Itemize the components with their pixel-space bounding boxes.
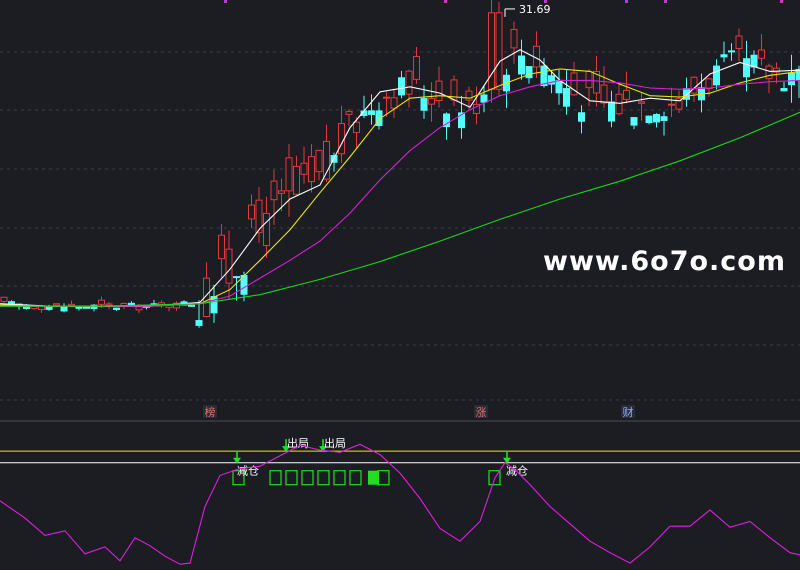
- signal-tag: 涨: [476, 406, 487, 419]
- candle-body: [338, 122, 345, 155]
- candle-body: [300, 162, 308, 175]
- candle-body: [68, 303, 75, 307]
- candle-body: [128, 302, 135, 306]
- candle-body: [413, 55, 420, 80]
- candle-body: [105, 303, 113, 306]
- signal-box: [269, 470, 282, 486]
- candle-body: [53, 303, 60, 306]
- candle-body: [113, 307, 120, 310]
- candle-body: [383, 96, 390, 99]
- candle-body: [713, 65, 720, 86]
- candle-body: [758, 49, 765, 59]
- candle-body: [98, 299, 105, 305]
- candle-body: [578, 112, 585, 122]
- signal-label: 出局: [287, 436, 309, 450]
- candle-body: [608, 101, 615, 122]
- candle-body: [780, 87, 788, 92]
- candle-body: [293, 165, 300, 195]
- top-marker: [544, 0, 547, 3]
- signal-box: [333, 470, 346, 486]
- candle-body: [45, 306, 53, 310]
- candle-body: [0, 296, 8, 302]
- top-markers: [224, 0, 783, 3]
- candle-body: [653, 114, 660, 123]
- top-marker: [224, 0, 227, 3]
- candle-body: [623, 89, 630, 100]
- candle-body: [495, 12, 503, 90]
- signal-box: [349, 470, 362, 486]
- candle-body: [525, 66, 533, 79]
- signal-box: [317, 470, 330, 486]
- candle-body: [585, 70, 593, 89]
- candle-body: [420, 98, 428, 111]
- candle-body: [75, 306, 83, 309]
- candle-body: [233, 276, 240, 279]
- candle-body: [480, 94, 488, 103]
- candle-body: [510, 28, 518, 49]
- candle-body: [270, 180, 278, 201]
- signal-markers: 榜涨财出局 出局减仓 减仓: [203, 405, 635, 486]
- candle-body: [308, 156, 315, 183]
- candle-body: [225, 248, 233, 284]
- signal-label: 出局: [324, 436, 346, 450]
- candle-body: [630, 117, 638, 126]
- signal-label: 减仓: [237, 464, 259, 478]
- candle-body: [518, 55, 525, 75]
- candle-body: [263, 212, 270, 247]
- candle-body: [615, 93, 623, 115]
- candle-body: [405, 70, 413, 95]
- candle-body: [735, 35, 743, 49]
- candle-body: [683, 88, 690, 100]
- signal-box-filled: [368, 470, 379, 485]
- candle-body: [728, 50, 735, 53]
- signal-box: [285, 470, 298, 486]
- candle-body: [765, 65, 773, 80]
- candle-body: [218, 234, 225, 260]
- candle-body: [600, 84, 608, 104]
- candle-body: [668, 103, 675, 106]
- candle-body: [390, 97, 398, 109]
- top-marker: [444, 0, 447, 3]
- watermark-text: www.6o7o.com: [543, 246, 786, 277]
- candle-body: [315, 149, 323, 173]
- candle-body: [540, 65, 548, 87]
- candle-body: [368, 110, 375, 115]
- candle-body: [660, 116, 668, 122]
- candle-body: [645, 115, 653, 124]
- candle-body: [788, 72, 795, 86]
- candle-body: [750, 54, 758, 68]
- candle-body: [428, 98, 435, 105]
- signal-tag: 财: [623, 405, 634, 419]
- signal-box: [301, 470, 314, 486]
- candle-body: [195, 320, 203, 326]
- candle-body: [398, 77, 405, 96]
- candle-body: [353, 121, 360, 134]
- signal-tag: 榜: [205, 405, 216, 419]
- candle-body: [705, 78, 713, 90]
- top-marker: [780, 0, 783, 3]
- candle-body: [285, 157, 293, 192]
- candle-body: [465, 90, 473, 101]
- candle-body: [188, 304, 195, 307]
- candle-body: [345, 111, 353, 115]
- candle-body: [60, 306, 68, 312]
- candle-body: [210, 296, 218, 314]
- candle-body: [563, 88, 570, 107]
- candle-body: [83, 306, 90, 309]
- candle-body: [638, 101, 645, 104]
- top-marker: [625, 0, 628, 3]
- signal-box: [377, 470, 390, 486]
- top-marker: [664, 0, 667, 3]
- indicator-panel: [0, 450, 800, 464]
- candle-body: [278, 190, 285, 194]
- candle-body: [435, 80, 443, 101]
- candle-body: [248, 204, 255, 220]
- peak-label: 31.69: [519, 3, 551, 16]
- candle-body: [555, 79, 563, 94]
- candle-body: [743, 58, 750, 78]
- peak-annotation: 31.69: [504, 3, 551, 17]
- candle-body: [720, 54, 728, 58]
